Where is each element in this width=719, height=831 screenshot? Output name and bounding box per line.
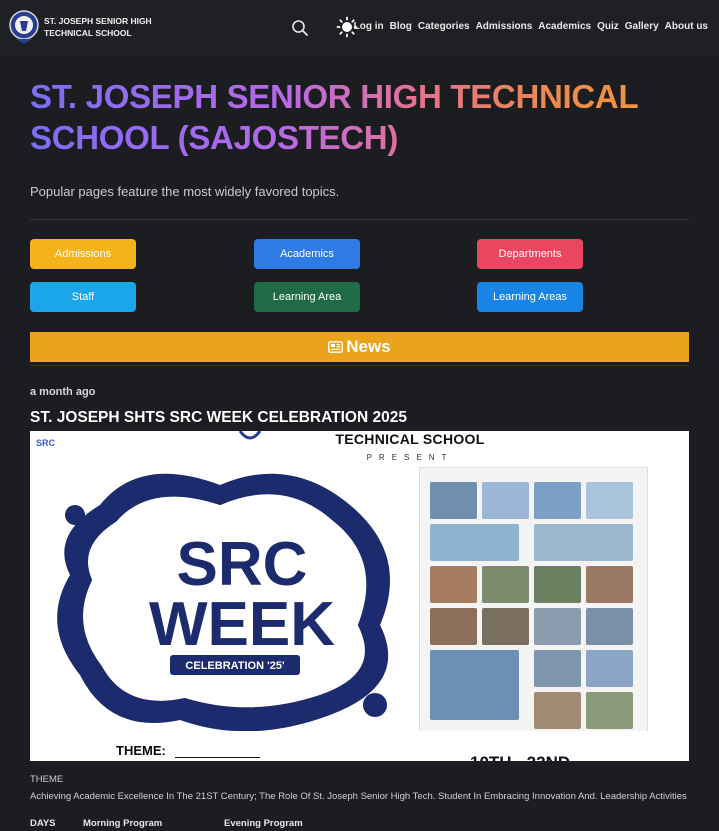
staff-button[interactable]: Staff: [30, 282, 136, 312]
nav-categories[interactable]: Categories: [418, 20, 470, 34]
flyer-theme-line: [175, 757, 260, 758]
nav-blog[interactable]: Blog: [390, 20, 412, 34]
flyer-main-text: SRC: [177, 530, 308, 599]
post-theme-label: THEME: [30, 774, 64, 785]
news-section-header: News: [30, 332, 689, 362]
post-featured-image[interactable]: SRC TECHNICAL SCHOOL PRESENT SRC WEEK CE…: [30, 431, 689, 761]
nav-admissions[interactable]: Admissions: [476, 20, 533, 34]
admissions-button[interactable]: Admissions: [30, 239, 136, 269]
school-crest-logo: [9, 10, 39, 44]
flyer-theme-label: THEME:: [116, 743, 166, 758]
nav-quiz[interactable]: Quiz: [597, 20, 619, 34]
photo-collage: [419, 467, 648, 733]
photo-thumbnail: [430, 524, 519, 561]
photo-thumbnail: [534, 524, 633, 561]
photo-thumbnail: [534, 482, 581, 519]
photo-thumbnail: [534, 608, 581, 645]
photo-thumbnail: [586, 650, 633, 687]
news-heading: News: [346, 337, 391, 356]
post-title-link[interactable]: ST. JOSEPH SHTS SRC WEEK CELEBRATION 202…: [30, 409, 407, 427]
school-name: ST. JOSEPH SENIOR HIGH TECHNICAL SCHOOL: [44, 16, 152, 38]
photo-thumbnail: [430, 608, 477, 645]
nav-academics[interactable]: Academics: [538, 20, 591, 34]
divider: [30, 219, 689, 220]
page-title: ST. JOSEPH SENIOR HIGH TECHNICAL SCHOOL …: [30, 76, 680, 158]
post-theme-description: Achieving Academic Excellence In The 21S…: [30, 791, 687, 802]
table-header-days: DAYS: [30, 818, 56, 829]
photo-thumbnail: [586, 566, 633, 603]
newspaper-icon: [328, 341, 344, 353]
photo-thumbnail: [430, 566, 477, 603]
src-week-graphic: SRC WEEK CELEBRATION '25': [57, 473, 391, 732]
table-header-evening: Evening Program: [224, 818, 303, 829]
flyer-celebration-text: CELEBRATION '25': [185, 660, 285, 672]
nav-login[interactable]: Log in: [354, 20, 384, 34]
divider: [30, 365, 689, 366]
photo-thumbnail: [534, 692, 581, 729]
flyer-main-text-2: WEEK: [149, 590, 335, 659]
nav-about-us[interactable]: About us: [665, 20, 708, 34]
departments-button[interactable]: Departments: [477, 239, 583, 269]
photo-thumbnail: [430, 482, 477, 519]
photo-thumbnail: [586, 608, 633, 645]
photo-thumbnail: [430, 650, 519, 720]
photo-thumbnail: [586, 692, 633, 729]
learning-area-button[interactable]: Learning Area: [254, 282, 360, 312]
photo-thumbnail: [482, 482, 529, 519]
flyer-bottom-strip: THEME: 10TH - 22ND: [30, 731, 689, 761]
learning-areas-button[interactable]: Learning Areas: [477, 282, 583, 312]
photo-thumbnail: [482, 608, 529, 645]
post-timestamp: a month ago: [30, 386, 96, 398]
photo-thumbnail: [534, 566, 581, 603]
flyer-date-fragment: 10TH - 22ND: [470, 753, 570, 761]
nav-gallery[interactable]: Gallery: [625, 20, 659, 34]
search-icon[interactable]: [290, 18, 310, 38]
photo-thumbnail: [586, 482, 633, 519]
main-nav: Log in Blog Categories Admissions Academ…: [354, 20, 708, 34]
academics-button[interactable]: Academics: [254, 239, 360, 269]
photo-thumbnail: [482, 566, 529, 603]
brand-link[interactable]: ST. JOSEPH SENIOR HIGH TECHNICAL SCHOOL: [8, 9, 159, 45]
table-header-morning: Morning Program: [83, 818, 163, 829]
flyer-logo-fragment: [238, 431, 262, 440]
page-subtitle: Popular pages feature the most widely fa…: [30, 184, 340, 199]
top-navbar: ST. JOSEPH SENIOR HIGH TECHNICAL SCHOOL …: [0, 0, 719, 56]
photo-thumbnail: [534, 650, 581, 687]
